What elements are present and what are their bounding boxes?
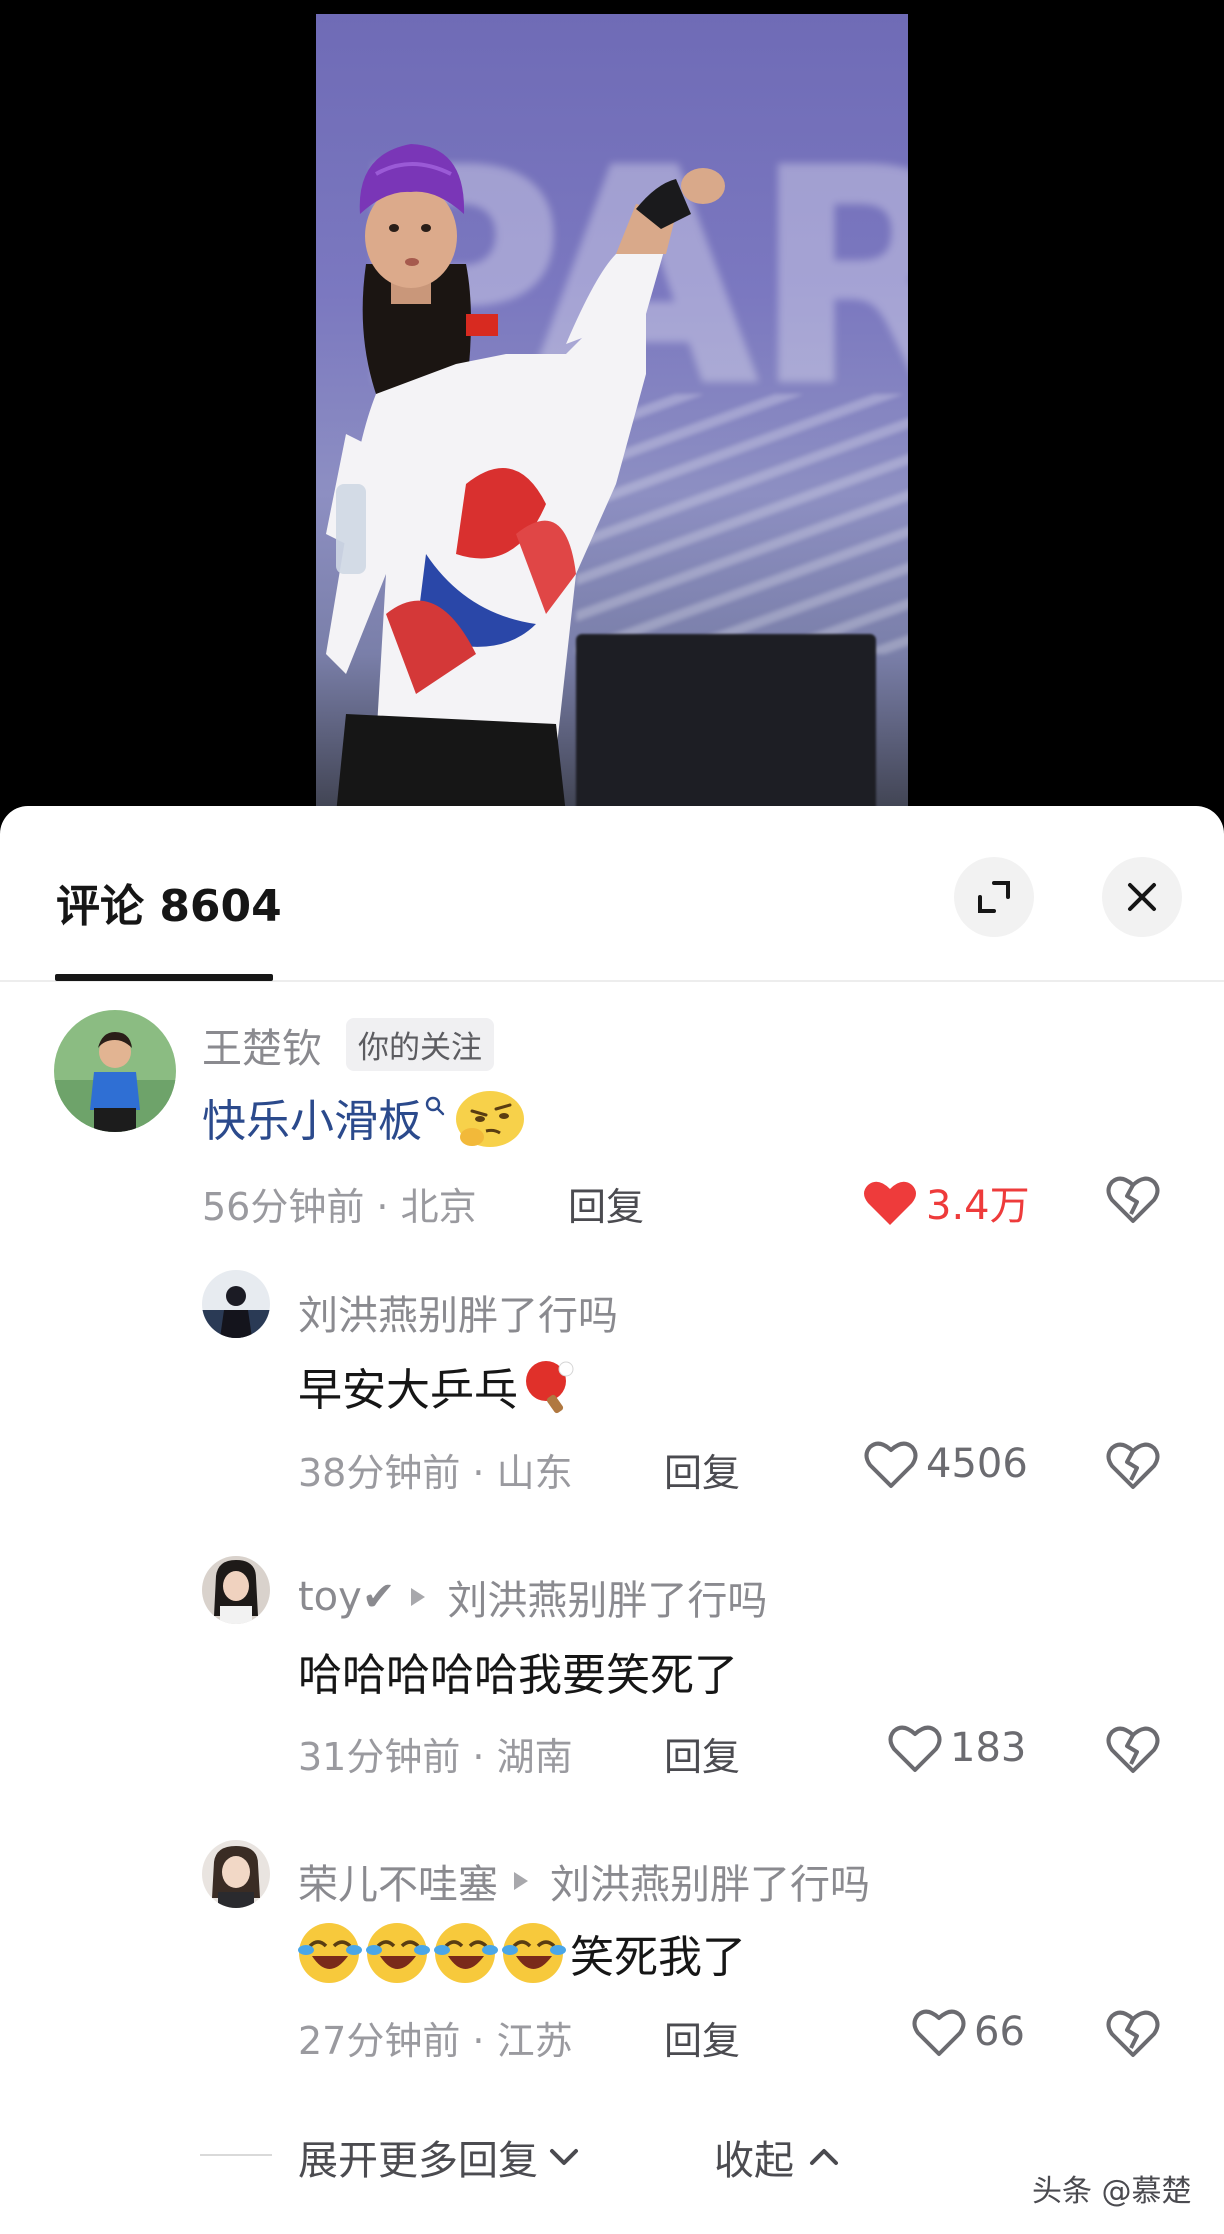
comment-text[interactable]: 哈哈哈哈哈我要笑死了 bbox=[298, 1639, 738, 1703]
heart-icon bbox=[888, 1725, 942, 1772]
dislike-button[interactable] bbox=[1106, 1724, 1160, 1778]
search-icon bbox=[425, 1096, 445, 1116]
comments-title: 评论 8604 bbox=[56, 881, 282, 932]
reply-button[interactable]: 回复 bbox=[664, 1726, 740, 1781]
comment-content[interactable]: 快乐小滑板 bbox=[202, 1085, 528, 1149]
reply-target-username[interactable]: 刘洪燕别胖了行吗 bbox=[550, 1852, 870, 1910]
video-frame[interactable]: PAR bbox=[316, 14, 908, 814]
reply-header: 荣儿不哇塞 刘洪燕别胖了行吗 bbox=[298, 1852, 870, 1910]
heart-icon bbox=[864, 1181, 916, 1225]
expand-more-label: 展开更多回复 bbox=[298, 2138, 538, 2184]
ping-pong-icon bbox=[526, 1361, 574, 1414]
reply-button[interactable]: 回复 bbox=[664, 1442, 740, 1497]
comment-content[interactable]: 早安大乒乓 bbox=[298, 1354, 578, 1418]
reply-button[interactable]: 回复 bbox=[568, 1176, 644, 1231]
like-button[interactable]: 183 bbox=[888, 1723, 1026, 1773]
like-count: 183 bbox=[950, 1725, 1027, 1771]
like-button[interactable]: 66 bbox=[912, 2007, 1025, 2057]
watermark: 头条 @慕楚 bbox=[1032, 2174, 1192, 2209]
chevron-up-icon bbox=[810, 2149, 838, 2165]
comment-text[interactable]: 快乐小滑板 bbox=[202, 1085, 422, 1149]
comment-content[interactable]: 哈哈哈哈哈我要笑死了 bbox=[298, 1639, 738, 1703]
heart-icon bbox=[912, 2009, 966, 2056]
thinking-emoji-icon bbox=[456, 1091, 524, 1147]
expand-icon bbox=[978, 881, 1010, 913]
broken-heart-icon bbox=[1106, 1726, 1160, 1773]
divider bbox=[200, 2154, 272, 2156]
close-button[interactable] bbox=[1102, 857, 1182, 937]
reply-arrow-icon bbox=[411, 1588, 426, 1606]
comment-content[interactable]: 笑死我了 bbox=[296, 1920, 746, 1986]
comment-username[interactable]: 荣儿不哇塞 bbox=[298, 1852, 498, 1910]
avatar[interactable] bbox=[202, 1270, 270, 1338]
comments-sheet: 评论 8604 bbox=[0, 806, 1224, 2234]
video-area[interactable]: PAR bbox=[0, 0, 1224, 830]
avatar[interactable] bbox=[54, 1010, 176, 1132]
athlete-figure bbox=[326, 144, 725, 814]
like-count: 66 bbox=[974, 2009, 1025, 2055]
avatar[interactable] bbox=[202, 1840, 270, 1908]
comment-meta: 38分钟前 · 山东 bbox=[298, 1451, 573, 1495]
comment-text[interactable]: 笑死我了 bbox=[570, 1921, 746, 1985]
dislike-button[interactable] bbox=[1106, 1174, 1160, 1228]
expand-button[interactable] bbox=[954, 857, 1034, 937]
reply-target-username[interactable]: 刘洪燕别胖了行吗 bbox=[447, 1568, 767, 1626]
collapse-replies-button[interactable]: 收起 bbox=[714, 2128, 842, 2186]
comment-meta: 27分钟前 · 江苏 bbox=[298, 2019, 573, 2063]
comment-username[interactable]: 刘洪燕别胖了行吗 bbox=[298, 1283, 618, 1341]
comment-username[interactable]: toy✔ bbox=[298, 1574, 395, 1620]
comment-meta: 56分钟前 · 北京 bbox=[202, 1185, 477, 1229]
like-button[interactable]: 3.4万 bbox=[862, 1173, 1030, 1231]
like-button[interactable]: 4506 bbox=[864, 1439, 1028, 1489]
comments-header: 评论 8604 bbox=[0, 806, 1224, 982]
title-underline bbox=[55, 974, 273, 981]
comment-text[interactable]: 早安大乒乓 bbox=[298, 1354, 518, 1418]
like-count: 3.4万 bbox=[926, 1183, 1030, 1229]
like-count: 4506 bbox=[926, 1441, 1028, 1487]
close-icon bbox=[1128, 883, 1156, 911]
collapse-label: 收起 bbox=[714, 2138, 794, 2184]
reply-arrow-icon bbox=[514, 1872, 528, 1890]
laughing-emoji-icon bbox=[298, 1923, 566, 1983]
broken-heart-icon bbox=[1106, 1176, 1160, 1223]
broken-heart-icon bbox=[1106, 2010, 1160, 2057]
reply-button[interactable]: 回复 bbox=[664, 2010, 740, 2065]
broken-heart-icon bbox=[1106, 1442, 1160, 1489]
comment-username[interactable]: 王楚钦 bbox=[202, 1016, 322, 1074]
heart-icon bbox=[864, 1441, 918, 1488]
expand-more-replies-button[interactable]: 展开更多回复 bbox=[298, 2128, 582, 2186]
dislike-button[interactable] bbox=[1106, 2008, 1160, 2062]
avatar[interactable] bbox=[202, 1556, 270, 1624]
dislike-button[interactable] bbox=[1106, 1440, 1160, 1494]
comment-meta: 31分钟前 · 湖南 bbox=[298, 1735, 573, 1779]
follow-badge: 你的关注 bbox=[346, 1018, 494, 1071]
reply-header: toy✔ 刘洪燕别胖了行吗 bbox=[298, 1568, 767, 1626]
chevron-down-icon bbox=[550, 2149, 578, 2165]
